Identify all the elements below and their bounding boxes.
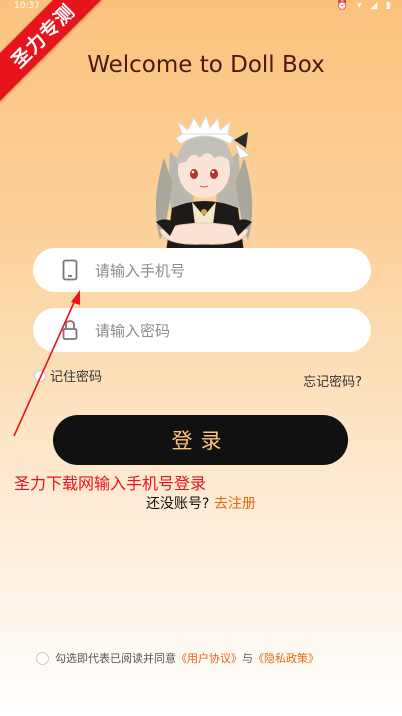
arrow-annotation bbox=[13, 290, 80, 437]
